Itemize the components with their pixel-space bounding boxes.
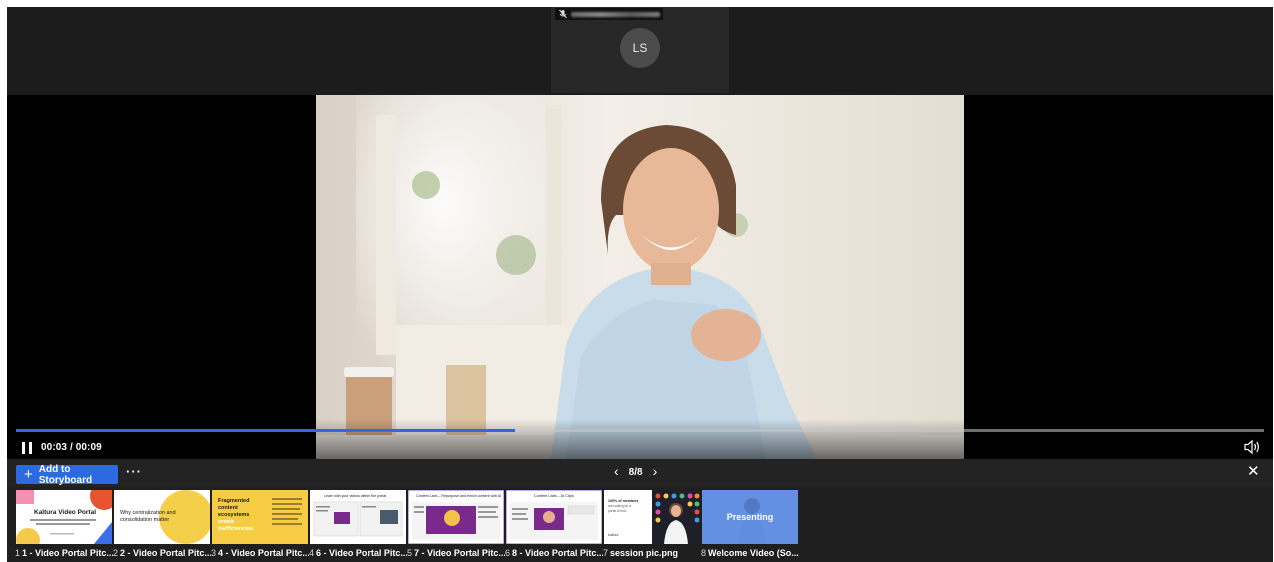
- slide-text: Content Labs – Repurpose and enrich cont…: [416, 494, 501, 498]
- controls-gradient: [7, 419, 1273, 459]
- participant-bar: LS: [7, 7, 1273, 95]
- thumbnail-5[interactable]: Content Labs – Repurpose and enrich cont…: [407, 490, 505, 562]
- blurred-participant-name: [571, 11, 660, 17]
- thumbnail-1[interactable]: Kaltura Video Portal 11 - Video Portal P…: [15, 490, 113, 562]
- slide-text: ecosystems: [218, 512, 250, 518]
- seek-bar-progress: [16, 429, 516, 432]
- slide-text: 100% of members: [608, 499, 639, 503]
- slide-text: Fragmented: [218, 498, 249, 504]
- thumbnail-label: 68 - Video Portal Pitc...: [505, 548, 603, 558]
- video-content-image: [316, 95, 964, 459]
- page-indicator: 8/8: [628, 466, 643, 478]
- slide-text: content: [218, 505, 238, 511]
- slide-text: portal to find...: [608, 509, 628, 513]
- thumbnail-8[interactable]: Presenting 8 Welcome Video (So...: [701, 490, 799, 562]
- thumbnail-label: 11 - Video Portal Pitc...: [15, 548, 113, 558]
- add-to-storyboard-button[interactable]: + Add to Storyboard: [16, 463, 118, 486]
- slide-text: consolidation matter: [120, 517, 169, 523]
- pause-button[interactable]: [20, 441, 34, 455]
- slide-text: inefficiencies.: [218, 526, 255, 532]
- participant-tile[interactable]: LS: [551, 7, 729, 93]
- close-icon[interactable]: ✕: [1247, 464, 1260, 479]
- thumbnail-label: 34 - Video Portal Pitc...: [211, 548, 309, 558]
- slide-text: Content Labs – AI Clips: [534, 494, 574, 498]
- thumbnail-image: Learn with your videos within the portal: [310, 490, 406, 544]
- thumbnail-image: Why centralization and consolidation mat…: [114, 490, 210, 544]
- pause-icon-bar: [29, 442, 32, 454]
- thumbnail-7[interactable]: 100% of members are looking for a portal…: [603, 490, 700, 562]
- more-options-button[interactable]: ···: [126, 464, 142, 479]
- slide-text: Why centralization and: [120, 510, 176, 516]
- thumbnail-6[interactable]: Content Labs – AI Clips 68 - Video Porta…: [505, 490, 603, 562]
- thumbnail-label: 46 - Video Portal Pitc...: [309, 548, 407, 558]
- chevron-left-icon[interactable]: ‹: [614, 464, 619, 478]
- volume-icon[interactable]: [1243, 439, 1261, 455]
- thumbnail-image: Content Labs – Repurpose and enrich cont…: [408, 490, 504, 544]
- thumbnail-image: Content Labs – AI Clips: [506, 490, 602, 544]
- slide-text: Learn with your videos within the portal: [324, 494, 386, 498]
- thumbnail-label: 8 Welcome Video (So...: [701, 548, 799, 558]
- presenting-overlay: Presenting: [702, 490, 798, 544]
- thumbnail-image: Presenting: [702, 490, 798, 544]
- thumbnail-image: 100% of members are looking for a portal…: [604, 490, 700, 544]
- thumbnail-image: Fragmented content ecosystems create ine…: [212, 490, 308, 544]
- participant-name-tag: [555, 8, 663, 20]
- thumbnail-label: 57 - Video Portal Pitc...: [407, 548, 505, 558]
- thumbnail-4[interactable]: Learn with your videos within the portal…: [309, 490, 407, 562]
- time-label: 00:03 / 00:09: [41, 442, 102, 453]
- mic-muted-icon: [559, 9, 567, 19]
- slide-pager: ‹ 8/8 ›: [614, 464, 658, 478]
- storyboard-thumbnails: Kaltura Video Portal 11 - Video Portal P…: [15, 490, 1266, 562]
- slide-text: Kaltura Video Portal: [34, 509, 96, 516]
- video-stage[interactable]: 00:03 / 00:09: [7, 95, 1273, 459]
- slide-text: are looking for a: [608, 504, 631, 508]
- thumbnail-label: 7 session pic.png: [603, 548, 679, 558]
- storyboard-toolbar: + Add to Storyboard ··· ‹ 8/8 › ✕: [7, 459, 1273, 487]
- pause-icon: [22, 442, 25, 454]
- video-frame: [316, 95, 964, 459]
- thumbnail-image: Kaltura Video Portal: [16, 490, 112, 544]
- avatar: LS: [620, 28, 660, 68]
- thumbnail-3[interactable]: Fragmented content ecosystems create ine…: [211, 490, 309, 562]
- seek-bar[interactable]: [16, 429, 1264, 432]
- slide-brand: kaltura: [608, 533, 619, 537]
- chevron-right-icon[interactable]: ›: [653, 464, 658, 478]
- plus-icon: +: [24, 465, 33, 483]
- add-to-storyboard-label: Add to Storyboard: [38, 463, 93, 486]
- thumbnail-label: 22 - Video Portal Pitc...: [113, 548, 211, 558]
- thumbnail-2[interactable]: Why centralization and consolidation mat…: [113, 490, 211, 562]
- slide-text: create: [218, 519, 234, 525]
- meeting-app: LS 00:03 / 00:09 + Add to Storyboard ···…: [7, 7, 1273, 562]
